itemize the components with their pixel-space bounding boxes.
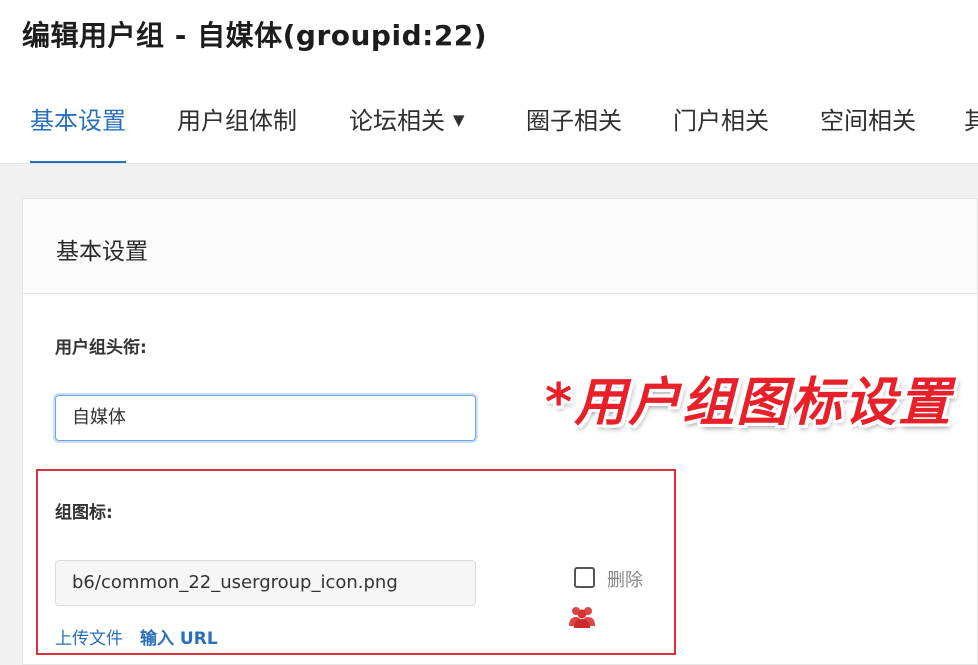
card-header-title: 基本设置 (56, 239, 148, 265)
tab-circle[interactable]: 圈子相关 (526, 92, 622, 163)
group-title-input[interactable]: 自媒体 (55, 395, 476, 441)
group-icon-path-input[interactable]: b6/common_22_usergroup_icon.png (55, 560, 476, 606)
caret-down-icon: ▼ (453, 111, 465, 129)
users-group-icon (569, 607, 595, 628)
annotation-text: *用户组图标设置 (545, 373, 953, 433)
upload-file-link[interactable]: 上传文件 (55, 624, 123, 649)
card-header: 基本设置 (23, 199, 977, 294)
tab-label: 圈子相关 (526, 107, 622, 135)
tab-basic-settings[interactable]: 基本设置 (30, 92, 126, 163)
tab-other[interactable]: 其 (964, 92, 978, 163)
delete-label: 删除 (607, 570, 643, 591)
tab-label: 基本设置 (30, 107, 126, 135)
tab-forum[interactable]: 论坛相关 ▼ (349, 92, 465, 163)
tab-label: 空间相关 (820, 107, 916, 135)
tab-label: 门户相关 (673, 107, 769, 135)
group-title-label: 用户组头衔: (55, 338, 147, 358)
tab-bar: 基本设置 用户组体制 论坛相关 ▼ 圈子相关 门户相关 空间相关 其 (0, 92, 978, 164)
enter-url-link[interactable]: 输入 URL (140, 624, 218, 649)
group-icon-label: 组图标: (55, 503, 113, 523)
tab-group-system[interactable]: 用户组体制 (177, 92, 297, 163)
tab-portal[interactable]: 门户相关 (673, 92, 769, 163)
tab-label: 论坛相关 (349, 107, 445, 135)
tab-label: 用户组体制 (177, 107, 297, 135)
tab-label: 其 (964, 107, 978, 135)
tab-space[interactable]: 空间相关 (820, 92, 916, 163)
page-title: 编辑用户组 - 自媒体(groupid:22) (22, 19, 488, 52)
delete-checkbox[interactable] (574, 567, 595, 588)
